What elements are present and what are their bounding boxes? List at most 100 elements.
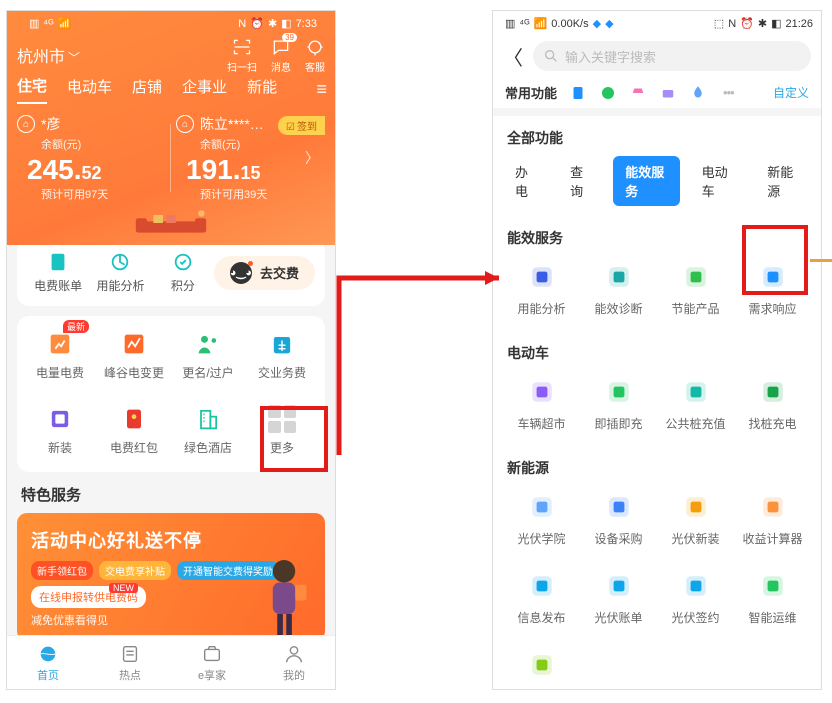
app-icon xyxy=(758,571,788,601)
grid-item[interactable]: 光伏签约 xyxy=(657,571,734,626)
app-icon xyxy=(681,571,711,601)
section-grid: 车辆超市即插即充 公共桩充值找桩充电 xyxy=(493,371,821,446)
app-icon xyxy=(758,377,788,407)
grid-item-label: 节能产品 xyxy=(671,300,719,317)
pay-button[interactable]: ◕‿◕去交费 xyxy=(214,256,315,290)
usage-button[interactable]: 用能分析 xyxy=(89,251,151,294)
checkin-button[interactable]: ☑签到 xyxy=(278,116,325,135)
shortcut-icon[interactable] xyxy=(659,84,677,102)
common-functions-row: 常用功能 ••• 自定义 xyxy=(493,77,821,108)
section-title: 新能源 xyxy=(493,446,821,486)
grid-item-label: 光伏签约 xyxy=(671,609,719,626)
tab-mine[interactable]: 我的 xyxy=(253,636,335,689)
grid-item-greenhotel[interactable]: 绿色酒店 xyxy=(171,405,245,456)
grid-item-peak-valley[interactable]: 峰谷电变更 xyxy=(97,330,171,381)
account-card-2[interactable]: ⌂陈立****… 余额(元) 191.15 预计可用39天 〉 ☑签到 xyxy=(176,114,325,202)
grid-item[interactable]: 找桩充电 xyxy=(734,377,811,432)
rtab-ev[interactable]: 电动车 xyxy=(690,156,746,206)
points-button[interactable]: 积分 xyxy=(152,251,214,294)
messages-button[interactable]: 39消息 xyxy=(271,37,291,74)
grid-item[interactable]: 智能运维 xyxy=(734,571,811,626)
grid-item[interactable]: 光伏新装 xyxy=(657,492,734,547)
app-icon xyxy=(527,571,557,601)
grid-item-label: 光伏账单 xyxy=(594,609,642,626)
grid-item[interactable]: 光伏学院 xyxy=(503,492,580,547)
rtab-query[interactable]: 查询 xyxy=(558,156,603,206)
grid-item-rename[interactable]: 更名/过户 xyxy=(171,330,245,381)
msg-badge: 39 xyxy=(282,33,297,42)
grid-item[interactable]: 电费结算 xyxy=(503,650,580,690)
new-badge: NEW xyxy=(109,583,138,593)
tab-menu-icon[interactable]: ≡ xyxy=(316,79,325,100)
back-button[interactable]: 〈 xyxy=(503,42,523,71)
highlight-demand-response xyxy=(742,225,808,295)
grid-item-label: 公共桩充值 xyxy=(665,415,725,432)
tab-shop[interactable]: 店铺 xyxy=(132,76,162,103)
tab-home[interactable]: 住宅 xyxy=(17,75,47,104)
customize-button[interactable]: 自定义 xyxy=(773,84,809,101)
rtab-newenergy[interactable]: 新能源 xyxy=(755,156,811,206)
grid-item[interactable]: 收益计算器 xyxy=(734,492,811,547)
app-icon xyxy=(604,571,634,601)
rtab-banli[interactable]: 办电 xyxy=(503,156,548,206)
support-button[interactable]: 客服 xyxy=(305,37,325,74)
grid-item[interactable]: 节能产品 xyxy=(657,262,734,317)
account-card-1[interactable]: ⌂*彦 余额(元) 245.52 预计可用97天 xyxy=(17,114,166,202)
status-bar: ▥⁴ᴳ📶 N⏰✱◧7:33 xyxy=(17,11,325,35)
section-featured-title: 特色服务 xyxy=(21,484,321,505)
orange-header: ▥⁴ᴳ📶 N⏰✱◧7:33 杭州市﹀ 扫一扫 39消息 客服 住宅 电动车 店铺… xyxy=(7,11,335,254)
scan-button[interactable]: 扫一扫 xyxy=(227,37,257,74)
highlight-more xyxy=(260,406,328,472)
grid-item[interactable]: 设备采购 xyxy=(580,492,657,547)
app-icon xyxy=(527,492,557,522)
grid-item[interactable]: 用能分析 xyxy=(503,262,580,317)
shortcut-icon[interactable] xyxy=(569,84,587,102)
gold-connector xyxy=(810,259,832,262)
app-icon xyxy=(681,492,711,522)
bill-button[interactable]: 电费账单 xyxy=(27,251,89,294)
couch-illustration xyxy=(17,202,325,240)
grid-item-label: 需求响应 xyxy=(748,300,796,317)
grid-item-label: 能效诊断 xyxy=(594,300,642,317)
tab-hot[interactable]: 热点 xyxy=(89,636,171,689)
promo-banner[interactable]: 活动中心好礼送不停 新手领红包交电费享补贴开通智能交费得奖励 NEW 在线申报转… xyxy=(17,513,325,635)
grid-item-label: 智能运维 xyxy=(748,609,796,626)
grid-item-newinstall[interactable]: 新装 xyxy=(23,405,97,456)
app-icon xyxy=(681,262,711,292)
shortcut-icon[interactable] xyxy=(689,84,707,102)
category-tabs: 住宅 电动车 店铺 企事业 新能 ≡ xyxy=(17,75,325,104)
grid-item[interactable]: 能效诊断 xyxy=(580,262,657,317)
app-icon xyxy=(527,650,557,680)
chevron-right-icon: 〉 xyxy=(305,148,319,168)
grid-item[interactable]: 即插即充 xyxy=(580,377,657,432)
common-label: 常用功能 xyxy=(505,83,557,102)
grid-item[interactable]: 车辆超市 xyxy=(503,377,580,432)
tab-ehome[interactable]: e享家 xyxy=(171,636,253,689)
app-icon xyxy=(527,262,557,292)
red-arrow xyxy=(333,270,509,455)
shortcut-icon[interactable] xyxy=(599,84,617,102)
grid-item[interactable]: 公共桩充值 xyxy=(657,377,734,432)
grid-item-label: 电费结算 xyxy=(517,688,565,690)
search-input[interactable]: 输入关键字搜索 xyxy=(533,41,811,71)
status-bar: ▥⁴ᴳ📶0.00K/s◆◆ ⬚N⏰✱◧21:26 xyxy=(493,11,821,35)
grid-item[interactable]: 信息发布 xyxy=(503,571,580,626)
tab-ev[interactable]: 电动车 xyxy=(67,76,112,103)
account-cards: ⌂*彦 余额(元) 245.52 预计可用97天 ⌂陈立****… 余额(元) … xyxy=(17,114,325,202)
shortcut-icon[interactable] xyxy=(629,84,647,102)
tab-home[interactable]: 首页 xyxy=(7,636,89,689)
grid-item[interactable]: 光伏账单 xyxy=(580,571,657,626)
grid-item-label: 即插即充 xyxy=(594,415,642,432)
tab-enterprise[interactable]: 企事业 xyxy=(182,76,227,103)
section-title: 电动车 xyxy=(493,331,821,371)
app-icon xyxy=(604,492,634,522)
rtab-efficiency[interactable]: 能效服务 xyxy=(613,156,679,206)
grid-item-usage-fee[interactable]: 最新电量电费 xyxy=(23,330,97,381)
grid-item-redpacket[interactable]: 电费红包 xyxy=(97,405,171,456)
city-picker[interactable]: 杭州市﹀ xyxy=(17,43,80,67)
tab-newenergy[interactable]: 新能 xyxy=(247,76,277,103)
app-icon xyxy=(681,377,711,407)
grid-item-bizfee[interactable]: 交业务费 xyxy=(245,330,319,381)
chevron-down-icon: ﹀ xyxy=(68,51,80,65)
more-icon: ••• xyxy=(723,85,734,100)
